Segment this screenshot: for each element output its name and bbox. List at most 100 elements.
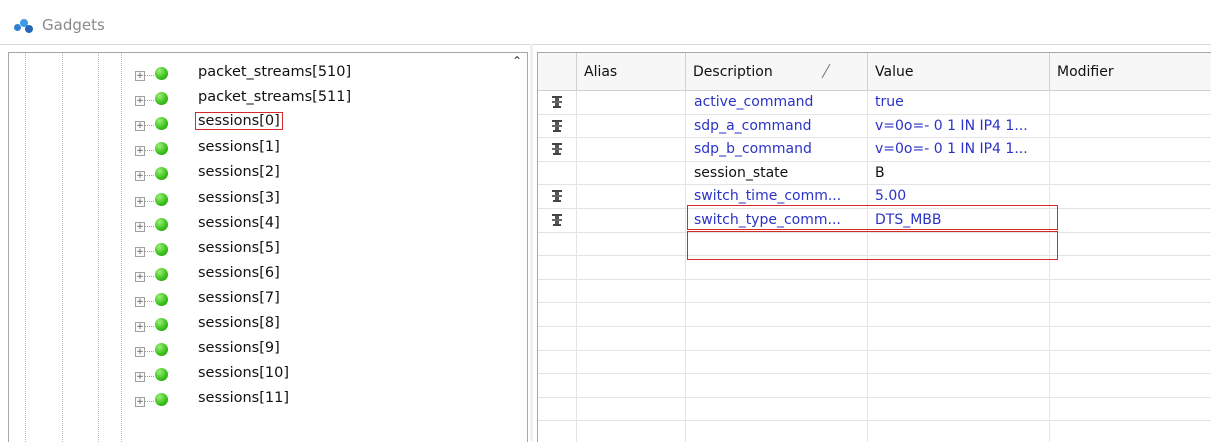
tree-panel[interactable]: ⌃ + packet_streams[510] + packet_streams[51… [8,52,528,442]
table-row[interactable] [538,397,1211,422]
window-title: Gadgets [42,16,105,34]
tree-connector [145,150,154,152]
expand-icon[interactable]: + [135,221,145,232]
table-row[interactable]: sdp_b_command v=0o=- 0 1 IN IP4 1... [538,138,1211,162]
table-cell [1049,374,1211,397]
tree-node-label: sessions[3] [198,189,280,206]
expand-icon[interactable]: + [135,96,145,107]
tree-node-label: sessions[11] [198,390,289,407]
value-cell[interactable]: 5.00 [875,188,906,204]
table-cell [1049,138,1211,161]
tree-connector [145,275,154,277]
table-row[interactable] [538,421,1211,442]
tree-node-label: sessions[10] [198,365,289,382]
table-row[interactable]: active_command true [538,91,1211,115]
table-row[interactable] [538,303,1211,327]
description-cell: sdp_b_command [694,141,812,158]
table-cell [1049,209,1211,232]
table-cell [867,161,1050,185]
scroll-up-icon[interactable]: ⌃ [511,55,523,67]
table-cell [867,279,1050,303]
table-row[interactable] [538,279,1211,304]
table-cell [1049,256,1211,279]
column-header-modifier[interactable]: Modifier [1049,53,1211,90]
table-cell [576,209,686,232]
expand-icon[interactable]: + [135,347,145,358]
table-cell [576,232,686,256]
table-cell [685,303,868,326]
table-row[interactable]: session_state B [538,161,1211,186]
expand-icon[interactable]: + [135,196,145,207]
tree-node-label: sessions[4] [198,214,280,231]
title-bar: Gadgets [0,0,1211,45]
expand-icon[interactable]: + [135,271,145,282]
table-cell [538,256,577,279]
table-cell [576,303,686,326]
column-label: Description [693,64,773,80]
expand-icon[interactable]: + [135,372,145,383]
table-cell [1049,233,1211,256]
table-cell [576,397,686,421]
expand-icon[interactable]: + [135,121,145,132]
table-cell [576,138,686,161]
expand-icon[interactable]: + [135,322,145,332]
table-cell [1049,115,1211,138]
column-label: Alias [584,64,618,80]
expand-icon[interactable]: + [135,171,145,182]
table-row[interactable] [538,374,1211,398]
tree-connector [145,225,154,227]
column-label: Modifier [1057,64,1114,80]
column-header-description[interactable]: Description [685,53,868,90]
status-dot-icon [155,318,168,331]
table-cell [576,114,686,138]
expand-icon[interactable]: + [135,296,145,307]
description-cell: session_state [694,164,789,181]
panel-splitter[interactable] [530,44,533,441]
table-cell [538,350,577,374]
table-cell [538,397,577,421]
status-dot-icon [155,393,168,407]
value-cell[interactable]: true [875,94,904,110]
column-header-alias[interactable]: Alias [576,53,686,90]
status-dot-icon [155,242,168,256]
table-cell [1049,351,1211,374]
expand-icon[interactable]: + [135,146,145,157]
tree-node-label: sessions[5] [198,239,280,256]
table-cell [538,303,577,326]
tree-node-label: packet_streams[511] [198,89,352,106]
table-cell [1049,327,1211,350]
tree-connector [145,175,154,177]
command-icon [552,214,562,226]
status-dot-icon [155,343,168,357]
table-cell [576,256,686,279]
table-row[interactable] [538,350,1211,375]
table-cell [685,421,868,442]
status-dot-icon [155,368,168,382]
table-row[interactable] [538,327,1211,351]
value-cell[interactable]: v=0o=- 0 1 IN IP4 1... [875,141,1028,157]
tree-connector [145,75,154,76]
description-cell: active_command [694,94,814,110]
table-cell [538,327,577,350]
tree-node-label: sessions[0] [195,112,283,131]
expand-icon[interactable]: + [135,71,145,81]
expand-icon[interactable]: + [135,246,145,257]
tree-connector [145,300,154,302]
status-dot-icon [155,167,168,181]
column-header-value[interactable]: Value [867,53,1050,90]
value-cell[interactable]: v=0o=- 0 1 IN IP4 1... [875,118,1028,134]
tree-connector [145,200,154,202]
table-cell [1049,162,1211,185]
tree-connector [145,326,154,327]
tree-connector [145,401,154,403]
command-icon [552,119,562,132]
highlight-switch-type [687,231,1058,260]
expand-icon[interactable]: + [135,397,145,408]
properties-grid[interactable]: Alias Description Value Modifier active_… [537,52,1211,442]
header-icon-column [538,53,577,90]
sort-indicator-icon [821,63,831,79]
table-row[interactable]: sdp_a_command v=0o=- 0 1 IN IP4 1... [538,114,1211,139]
table-cell [685,374,868,397]
tree-connector [145,100,154,102]
command-icon [552,143,562,156]
